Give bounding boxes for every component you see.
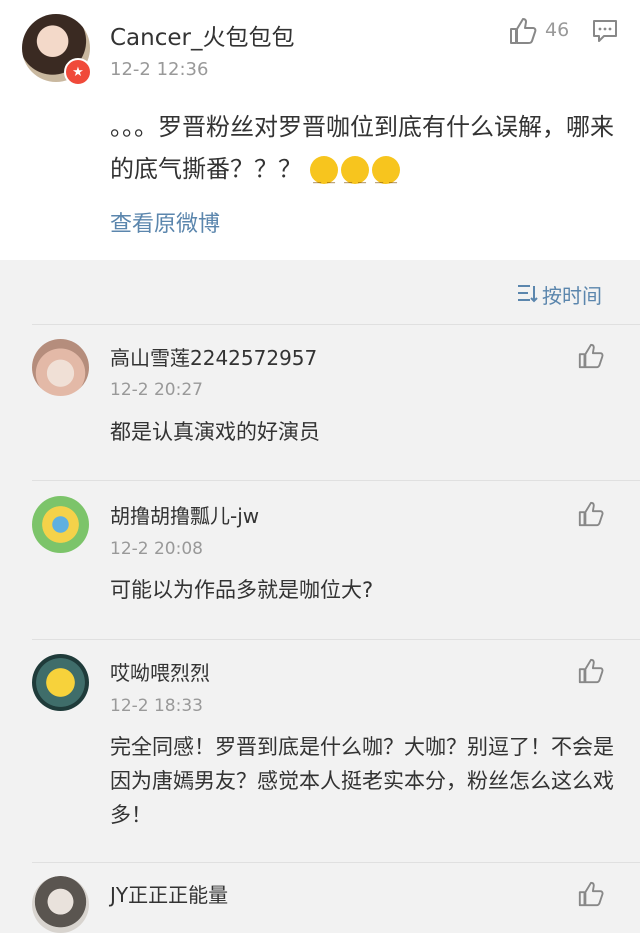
- avatar[interactable]: [32, 654, 89, 711]
- comment-text: 完全同感！罗晋到底是什么咖？大咖？别逗了！不会是因为唐嫣男友？感觉本人挺老实本分…: [110, 735, 614, 827]
- post-time: 12-2 12:36: [110, 59, 209, 80]
- comment-time: 12-2 18:33: [110, 696, 203, 716]
- sleepy-emoji-icon: [371, 156, 400, 204]
- sort-by-time-button[interactable]: 按时间: [542, 280, 602, 309]
- comment-time: 12-2 20:08: [110, 539, 203, 559]
- divider: [32, 862, 640, 863]
- comment-text: 可能以为作品多就是咖位大?: [110, 578, 374, 602]
- post-content: 。。。罗晋粉丝对罗晋咖位到底有什么误解，哪来的底气撕番？？？: [110, 106, 615, 204]
- comment-icon[interactable]: [592, 19, 618, 43]
- view-original-link[interactable]: 查看原微博: [110, 206, 220, 238]
- divider: [32, 639, 640, 640]
- commenter-name[interactable]: 高山雪莲2242572957: [110, 342, 317, 371]
- comment-text: 都是认真演戏的好演员: [110, 420, 320, 444]
- post-username[interactable]: Cancer_火包包包: [110, 18, 294, 52]
- sleepy-emoji-icon: [309, 156, 338, 204]
- thumbs-up-icon[interactable]: [577, 500, 605, 528]
- avatar[interactable]: [32, 339, 89, 396]
- divider: [32, 480, 640, 481]
- verified-badge-icon: ★: [64, 58, 92, 86]
- thumbs-up-icon[interactable]: [508, 16, 538, 46]
- thumbs-up-icon[interactable]: [577, 342, 605, 370]
- original-post-card: ★ Cancer_火包包包 12-2 12:36 46 。。。罗晋粉丝对罗晋咖位…: [0, 0, 640, 260]
- sleepy-emoji-icon: [340, 156, 369, 204]
- avatar[interactable]: [32, 876, 89, 933]
- comment-time: 12-2 20:27: [110, 380, 203, 400]
- like-count: 46: [545, 19, 570, 41]
- avatar[interactable]: [32, 496, 89, 553]
- thumbs-up-icon[interactable]: [577, 657, 605, 685]
- commenter-name[interactable]: 胡撸胡撸瓢儿-jw: [110, 500, 259, 529]
- commenter-name[interactable]: JY正正正能量: [110, 879, 228, 908]
- thumbs-up-icon[interactable]: [577, 880, 605, 908]
- commenter-name[interactable]: 哎呦喂烈烈: [110, 657, 210, 686]
- sort-icon[interactable]: [517, 283, 539, 303]
- divider: [32, 324, 640, 325]
